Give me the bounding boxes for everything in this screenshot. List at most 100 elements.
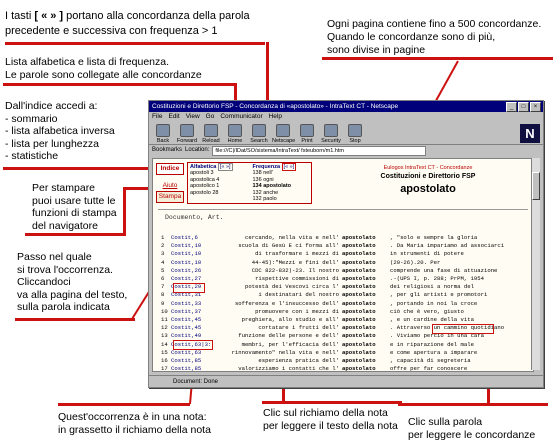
bookmarks-button[interactable]: Bookmarks bbox=[152, 145, 182, 156]
row-number: 14 bbox=[161, 340, 168, 348]
menu-help[interactable]: Help bbox=[269, 112, 282, 122]
nav-indice-link[interactable]: Indice bbox=[156, 163, 184, 175]
context-before: sofferenza e l'insuccesso dell' bbox=[234, 299, 339, 307]
context-after: , "solo e sempre la gloria bbox=[390, 234, 478, 241]
window-title: Costituzioni e Direttorio FSP - Concorda… bbox=[152, 103, 399, 110]
home-button[interactable]: Home bbox=[224, 124, 246, 144]
annotation-text: precedente e successiva con frequenza > … bbox=[5, 25, 218, 37]
keyword-link[interactable]: apostolato bbox=[342, 324, 390, 332]
tool-label: Back bbox=[156, 138, 170, 144]
menu-view[interactable]: View bbox=[186, 112, 200, 122]
annotation-text: Quest'occorrenza è in una nota: bbox=[58, 411, 207, 423]
keyword-link[interactable]: apostolato bbox=[342, 365, 390, 371]
keyword-link[interactable]: apostolato bbox=[342, 316, 390, 324]
forward-button[interactable]: Forward bbox=[176, 124, 198, 144]
keyword-link[interactable]: apostolato bbox=[342, 300, 390, 308]
keyword-link[interactable]: apostolato bbox=[342, 267, 390, 275]
context-before: membri, per l'efficacia dell' bbox=[241, 340, 339, 348]
keyword-link[interactable]: apostolato bbox=[342, 275, 390, 283]
context-after: dei religiosi a norma del bbox=[390, 283, 474, 291]
keyword-link[interactable]: apostolato bbox=[342, 259, 390, 267]
location-field[interactable]: file:///C|/IDat/SO/sistema/IntraText/ fs… bbox=[212, 145, 427, 156]
table-row: 7 Costit,29 potestà dei Vescovi circa l' ap… bbox=[161, 283, 529, 291]
location-bar: Bookmarks Location: file:///C|/IDat/SO/s… bbox=[149, 145, 543, 156]
passage-link[interactable]: Costit,45 bbox=[171, 316, 209, 324]
alphabetical-arrows[interactable]: [« »] bbox=[217, 163, 233, 171]
passage-link[interactable]: Costit,45 bbox=[171, 324, 209, 332]
status-text: Document: Done bbox=[173, 379, 219, 385]
table-row: 10 Costit,37 promuovere con i mezzi di apos… bbox=[161, 308, 529, 316]
keyword-link[interactable]: apostolato bbox=[342, 357, 390, 365]
netscape-button[interactable]: Netscape bbox=[272, 124, 295, 144]
passage-link[interactable]: Costit,6 bbox=[171, 234, 209, 242]
context-after: , e un cardine della vita bbox=[390, 316, 474, 324]
annotation-text: Ogni pagina contiene fino a 500 concorda… bbox=[327, 18, 542, 30]
menu-go[interactable]: Go bbox=[206, 112, 215, 122]
passage-link[interactable]: Costit,26 bbox=[171, 267, 209, 275]
passage-link[interactable]: Costit,85 bbox=[171, 365, 209, 371]
keyword-link[interactable]: apostolato bbox=[342, 250, 390, 258]
table-row: 6 Costit,27 rispettive commissioni di apost… bbox=[161, 275, 529, 283]
passage-link[interactable]: Costit,33 bbox=[171, 300, 209, 308]
alphabetical-label[interactable]: Alfabetica bbox=[190, 164, 216, 170]
keyword-link[interactable]: apostolato bbox=[342, 308, 390, 316]
passage-link[interactable]: Costit,27 bbox=[171, 275, 209, 283]
row-number: 5 bbox=[161, 266, 165, 274]
menu-edit[interactable]: Edit bbox=[168, 112, 179, 122]
keyword-link[interactable]: apostolato bbox=[342, 242, 390, 250]
context-before: 44-45):"Mezzi e fini dell' bbox=[251, 258, 339, 266]
back-button[interactable]: Back bbox=[152, 124, 174, 144]
keyword-link[interactable]: apostolato bbox=[342, 341, 390, 349]
passage-link[interactable]: Costit,10 bbox=[171, 259, 209, 267]
menu-communicator[interactable]: Communicator bbox=[220, 112, 262, 122]
passage-link[interactable]: Costit,10 bbox=[171, 250, 209, 258]
home-icon bbox=[228, 124, 242, 137]
list-item[interactable]: apostolo 28 bbox=[190, 190, 247, 196]
security-button[interactable]: Security bbox=[320, 124, 342, 144]
maximize-button[interactable]: □ bbox=[518, 102, 529, 112]
window-controls: _ □ × bbox=[506, 102, 541, 112]
context-after: (20-26).20. Per bbox=[390, 258, 441, 266]
search-button[interactable]: Search bbox=[248, 124, 270, 144]
passage-link[interactable]: Costit,63 bbox=[171, 349, 209, 357]
passage-link[interactable]: Costit,37 bbox=[171, 308, 209, 316]
close-button[interactable]: × bbox=[530, 102, 541, 112]
passage-link[interactable]: Costit,10 bbox=[171, 242, 209, 250]
vertical-scrollbar[interactable] bbox=[531, 158, 540, 370]
keyword-link[interactable]: apostolato bbox=[342, 291, 390, 299]
print-button[interactable]: Print bbox=[296, 124, 318, 144]
list-item[interactable]: 132 paolo bbox=[253, 196, 310, 202]
stop-button[interactable]: Stop bbox=[344, 124, 366, 144]
keyword-link[interactable]: apostolato bbox=[342, 332, 390, 340]
window-titlebar: Costituzioni e Direttorio FSP - Concorda… bbox=[149, 101, 543, 112]
passage-link[interactable]: Costit,85 bbox=[171, 357, 209, 365]
nav-aiuto-link[interactable]: Aiuto bbox=[156, 181, 184, 191]
reload-button[interactable]: Reload bbox=[200, 124, 222, 144]
frequency-list: Frequenza [« »] 138 nell' 136 ogni 134 a… bbox=[253, 163, 310, 202]
frequency-label[interactable]: Frequenza bbox=[253, 164, 281, 170]
row-number: 17 bbox=[161, 365, 168, 372]
context-before: i destinatari del nostro bbox=[258, 291, 339, 299]
context-after: in strumenti di potere bbox=[390, 250, 464, 258]
row-number: 10 bbox=[161, 307, 168, 315]
underline bbox=[398, 403, 548, 406]
frequency-arrows[interactable]: [« »] bbox=[281, 163, 297, 171]
minimize-button[interactable]: _ bbox=[506, 102, 517, 112]
table-row: 2 Costit,10 scuola di Gesù E ci forma all'… bbox=[161, 242, 529, 250]
annotation-goto: Passo nel quale si trova l'occorrenza. C… bbox=[17, 251, 152, 314]
keyword-link[interactable]: apostolato bbox=[342, 349, 390, 357]
underline bbox=[5, 42, 265, 45]
row-number: 12 bbox=[161, 324, 168, 332]
menu-file[interactable]: File bbox=[152, 112, 162, 122]
row-number: 8 bbox=[161, 291, 165, 299]
keyword-link[interactable]: apostolato bbox=[342, 234, 390, 242]
keyword-link[interactable]: apostolato bbox=[342, 283, 390, 291]
scrollbar-thumb[interactable] bbox=[532, 172, 540, 200]
annotation-text: funzioni di stampa bbox=[32, 207, 117, 219]
nav-stampa-link[interactable]: Stampa bbox=[156, 191, 184, 203]
status-bar: Document: Done bbox=[149, 375, 543, 387]
annotation-text: per leggere le concordanze bbox=[408, 428, 536, 441]
divider bbox=[158, 209, 528, 210]
context-before: cercando, nella vita e nell' bbox=[245, 234, 339, 241]
context-after: . Da Maria impariamo ad associarci bbox=[390, 242, 505, 250]
